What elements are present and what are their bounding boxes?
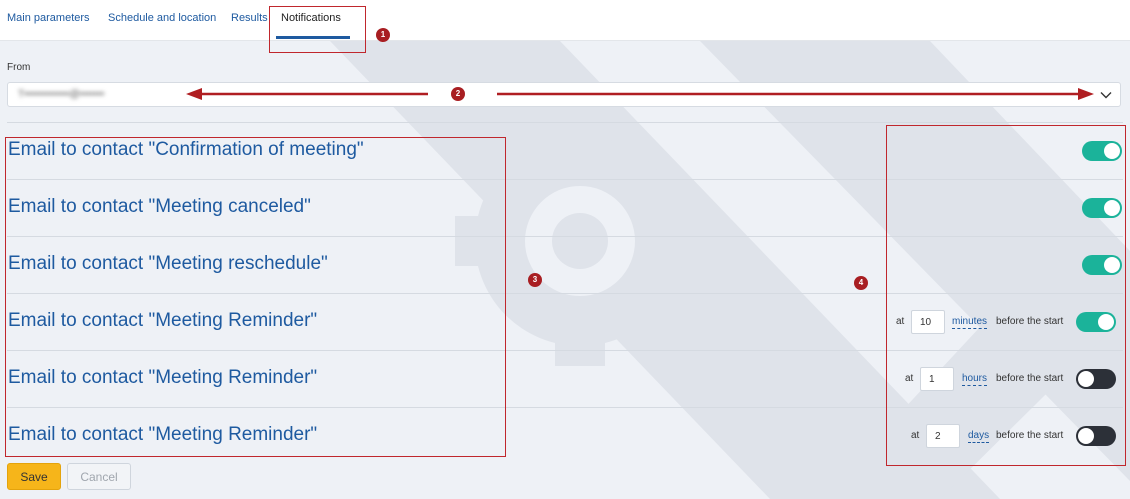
annotation-marker-3: 3 xyxy=(528,273,542,287)
annotation-arrows xyxy=(186,88,1094,100)
annotation-marker-2: 2 xyxy=(451,87,465,101)
annotation-marker-1: 1 xyxy=(376,28,390,42)
annotation-marker-4: 4 xyxy=(854,276,868,290)
